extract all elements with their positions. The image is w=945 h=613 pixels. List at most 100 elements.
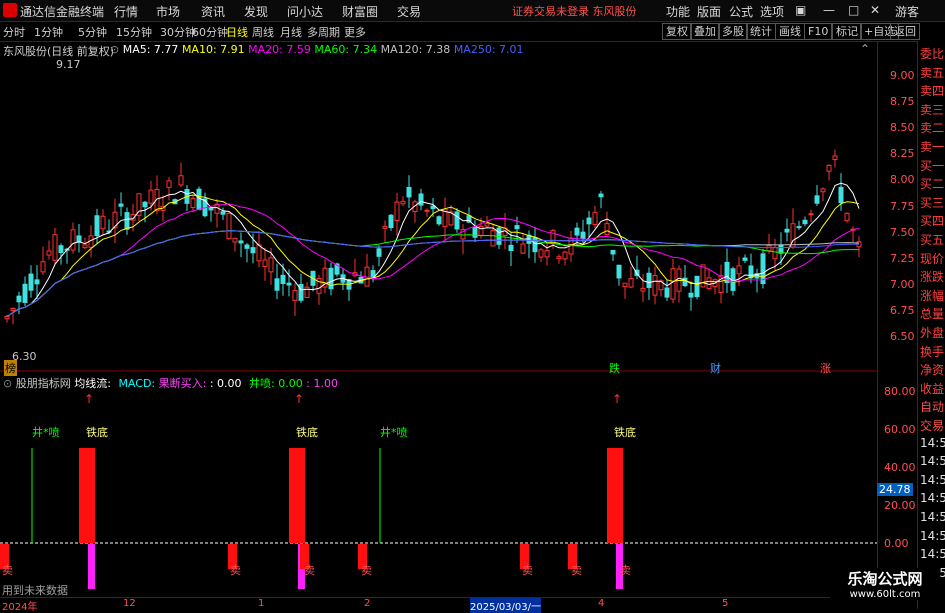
minimize-icon[interactable]: — — [823, 3, 835, 17]
stock-title[interactable]: 东风股份(日线 前复权) — [3, 45, 114, 58]
menu-news[interactable]: 资讯 — [201, 3, 225, 20]
quote-panel-item[interactable]: 总量 — [920, 305, 944, 322]
quote-panel-item[interactable]: 涨跌 — [920, 268, 944, 285]
menu-market[interactable]: 市场 — [156, 3, 180, 20]
adjust-button[interactable]: 复权 — [662, 23, 692, 40]
overlay-button[interactable]: 叠加 — [690, 23, 720, 40]
menu-quotes[interactable]: 行情 — [114, 3, 138, 20]
period-tab-5min[interactable]: 5分钟 — [78, 24, 107, 40]
candle-body — [538, 249, 544, 258]
price-tick: 6.75 — [890, 303, 915, 317]
menu-ask[interactable]: 问小达 — [287, 3, 323, 20]
ma10-label: MA10: 7.91 — [181, 43, 245, 56]
period-tab-1min[interactable]: 1分钟 — [34, 24, 63, 40]
quote-panel-item[interactable]: 14:5 — [920, 529, 945, 543]
time-axis: 2024年 12 1 2 2025/03/03/一 4 5 — [0, 597, 917, 613]
candle-body — [232, 237, 238, 243]
ma-line — [6, 203, 860, 317]
quote-panel-item[interactable]: 14:5 — [920, 473, 945, 487]
collapse-icon[interactable]: ⌃ — [860, 42, 870, 56]
quote-panel-item[interactable]: 14:5 — [920, 436, 945, 450]
menu-formula[interactable]: 公式 — [729, 3, 753, 20]
menu-discover[interactable]: 发现 — [244, 3, 268, 20]
period-tab-multi[interactable]: 多周期 — [307, 24, 340, 40]
period-tab-monthly[interactable]: 月线 — [280, 24, 302, 40]
candle-body — [304, 286, 310, 298]
guest-label[interactable]: 游客 — [895, 3, 919, 20]
candle-body — [280, 274, 286, 285]
quote-panel-item[interactable]: 买五 — [920, 231, 944, 248]
user-icon[interactable]: ▣ — [795, 3, 806, 17]
price-tick: 7.75 — [890, 199, 915, 213]
quote-panel-item[interactable]: 卖二 — [920, 119, 944, 136]
back-button[interactable]: 返回 — [890, 23, 920, 40]
event-marker-fall[interactable]: 跌 — [609, 360, 620, 376]
menu-layout[interactable]: 版面 — [697, 3, 721, 20]
login-notice[interactable]: 证券交易未登录 东风股份 — [512, 3, 637, 19]
period-tab-60min[interactable]: 60分钟 — [192, 24, 228, 40]
quote-panel-item[interactable]: 收益 — [920, 380, 944, 397]
quote-panel-item[interactable]: 买一 — [920, 157, 944, 174]
candle-body — [256, 244, 262, 262]
quote-panel-item[interactable]: 14:5 — [920, 454, 945, 468]
candle-body — [22, 283, 28, 303]
draw-line-button[interactable]: 画线 — [775, 23, 805, 40]
event-marker-finance[interactable]: 财 — [710, 360, 721, 376]
event-marker-rank[interactable]: 榜 — [4, 360, 17, 376]
quote-panel-item[interactable]: 14:5 — [920, 491, 945, 505]
menu-options[interactable]: 选项 — [760, 3, 784, 20]
ma-expand-icon[interactable]: ⊙ — [110, 43, 119, 56]
period-tab-15min[interactable]: 15分钟 — [116, 24, 152, 40]
quote-panel-item[interactable]: 买四 — [920, 212, 944, 229]
quote-panel-item[interactable]: 14:5 — [920, 547, 945, 561]
mark-button[interactable]: 标记 — [832, 23, 862, 40]
candle-body — [382, 225, 388, 229]
quote-panel-item[interactable]: 现价 — [920, 250, 944, 267]
sell-mark: 卖 — [2, 564, 13, 577]
quote-panel-item[interactable]: 卖五 — [920, 64, 944, 81]
price-tick: 8.75 — [890, 95, 915, 109]
quote-panel-item[interactable]: 买三 — [920, 194, 944, 211]
time-label: 5 — [722, 598, 729, 609]
candle-body — [514, 225, 520, 230]
candle-body — [688, 292, 694, 298]
period-tab-weekly[interactable]: 周线 — [252, 24, 274, 40]
quote-panel-item[interactable]: 卖三 — [920, 101, 944, 118]
close-icon[interactable]: ✕ — [870, 3, 880, 17]
candle-body — [118, 203, 124, 207]
event-marker-rise[interactable]: 涨 — [820, 360, 831, 376]
indicator-toggle-icon[interactable]: ⊙ — [3, 377, 12, 390]
quote-panel-item[interactable]: 涨幅 — [920, 287, 944, 304]
period-tab-daily[interactable]: 日线 — [226, 24, 248, 40]
statistics-button[interactable]: 统计 — [746, 23, 776, 40]
multi-stock-button[interactable]: 多股 — [718, 23, 748, 40]
candle-body — [94, 215, 100, 236]
menu-wealth[interactable]: 财富圈 — [342, 3, 378, 20]
signal-bar — [79, 448, 95, 543]
maximize-icon[interactable]: □ — [848, 3, 859, 17]
watermark: 乐淘公式网 www.60lt.com — [830, 568, 940, 600]
candle-body — [16, 295, 22, 303]
period-tab-30min[interactable]: 30分钟 — [160, 24, 196, 40]
quote-panel-item[interactable]: 自动 — [920, 398, 944, 415]
quote-panel-item[interactable]: 14:5 — [920, 510, 945, 524]
period-toolbar: 分时 1分钟 5分钟 15分钟 30分钟 60分钟 日线 周线 月线 多周期 更… — [0, 22, 945, 42]
candle-body — [694, 275, 700, 298]
f10-button[interactable]: F10 — [804, 23, 833, 40]
quote-panel-item[interactable]: 买二 — [920, 175, 944, 192]
menu-function[interactable]: 功能 — [666, 3, 690, 20]
candle-body — [292, 289, 298, 301]
quote-panel-item[interactable]: 换手 — [920, 343, 944, 360]
quote-panel-item[interactable]: 卖四 — [920, 82, 944, 99]
menu-trade[interactable]: 交易 — [397, 3, 421, 20]
quote-panel-item[interactable]: 交易 — [920, 417, 944, 434]
quote-panel-item[interactable]: 卖一 — [920, 138, 944, 155]
period-tab-more[interactable]: 更多 — [344, 24, 366, 40]
quote-panel-item[interactable]: 外盘 — [920, 324, 944, 341]
sell-mark: 卖 — [620, 564, 631, 577]
quote-panel-item[interactable]: 净资 — [920, 361, 944, 378]
indicator-title[interactable]: 股朋指标网 — [16, 377, 71, 390]
quote-panel-item[interactable]: 委比 — [920, 45, 944, 62]
period-tab-fenshi[interactable]: 分时 — [3, 24, 25, 40]
chart-canvas[interactable] — [0, 41, 877, 597]
